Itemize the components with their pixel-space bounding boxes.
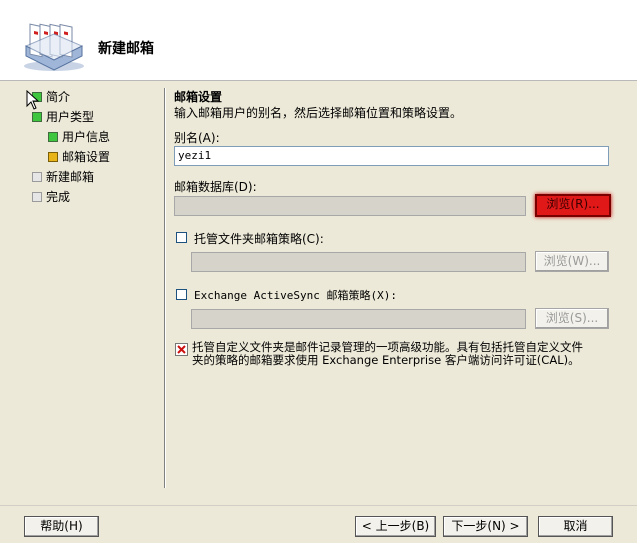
managed-folder-policy-label: 托管文件夹邮箱策略(C):	[194, 232, 324, 246]
alias-input[interactable]: yezi1	[174, 146, 609, 166]
managed-folder-browse-button[interactable]: 浏览(W)...	[535, 251, 609, 272]
activesync-policy-checkbox[interactable]	[176, 289, 187, 300]
info-text-line: 夹的策略的邮箱要求使用 Exchange Enterprise 客户端访问许可证…	[192, 353, 580, 367]
step-complete-icon	[32, 111, 42, 122]
nav-item-mailbox-settings: 邮箱设置	[48, 148, 110, 165]
nav-item-user-info: 用户信息	[48, 128, 110, 145]
nav-item-label: 邮箱设置	[62, 150, 111, 164]
nav-item-label: 完成	[46, 190, 71, 204]
footer-separator	[0, 505, 637, 506]
mailbox-database-label: 邮箱数据库(D):	[174, 180, 257, 194]
activesync-policy-field	[191, 309, 526, 329]
info-warning-icon	[175, 343, 188, 356]
help-button[interactable]: 帮助(H)	[24, 516, 99, 537]
nav-divider	[164, 88, 166, 488]
nav-item-label: 用户类型	[46, 110, 95, 124]
nav-item-label: 用户信息	[62, 130, 111, 144]
nav-item-label: 简介	[46, 90, 71, 104]
managed-folder-policy-checkbox[interactable]	[176, 232, 187, 243]
nav-item-new-mailbox: 新建邮箱	[32, 168, 94, 185]
activesync-policy-label: Exchange ActiveSync 邮箱策略(X):	[194, 289, 397, 302]
database-browse-button[interactable]: 浏览(R)...	[535, 194, 611, 217]
wizard-title: 新建邮箱	[98, 41, 154, 57]
nav-item-label: 新建邮箱	[46, 170, 95, 184]
section-description: 输入邮箱用户的别名，然后选择邮箱位置和策略设置。	[174, 106, 463, 120]
mailbox-icon	[24, 23, 84, 71]
section-title: 邮箱设置	[174, 90, 223, 104]
next-button[interactable]: 下一步(N) >	[443, 516, 528, 537]
cancel-button[interactable]: 取消	[538, 516, 613, 537]
step-current-icon	[48, 151, 58, 162]
step-complete-icon	[48, 131, 58, 142]
managed-folder-policy-field	[191, 252, 526, 272]
nav-item-complete: 完成	[32, 188, 70, 205]
activesync-browse-button[interactable]: 浏览(S)...	[535, 308, 609, 329]
nav-item-user-type: 用户类型	[32, 108, 94, 125]
back-button[interactable]: < 上一步(B)	[355, 516, 436, 537]
step-pending-icon	[32, 191, 42, 202]
alias-label: 别名(A):	[174, 131, 220, 145]
step-pending-icon	[32, 171, 42, 182]
mouse-cursor-icon	[26, 90, 40, 110]
mailbox-database-field	[174, 196, 526, 216]
wizard-header: 新建邮箱	[0, 0, 637, 81]
managed-folder-info-text: 托管自定义文件夹是邮件记录管理的一项高级功能。具有包括托管自定义文件 夹的策略的…	[192, 341, 612, 367]
